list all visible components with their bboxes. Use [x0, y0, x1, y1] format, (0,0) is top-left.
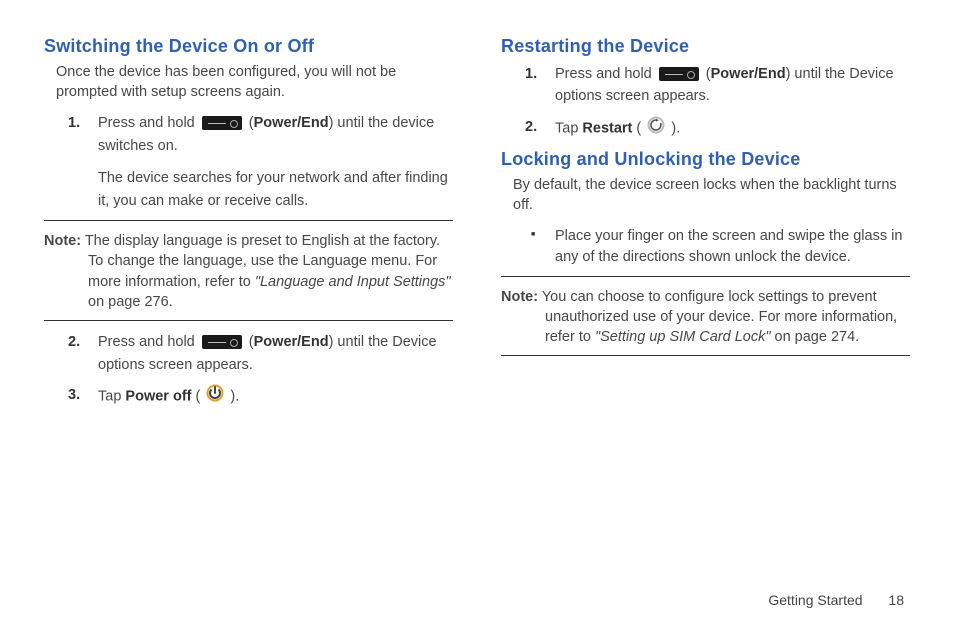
page-body: Switching the Device On or Off Once the … [0, 0, 954, 418]
page-footer: Getting Started 18 [768, 592, 904, 608]
power-off-icon [206, 384, 224, 409]
step-text: Tap [98, 389, 125, 405]
key-label: Power/End [254, 115, 329, 131]
note-block: Note: You can choose to configure lock s… [501, 287, 910, 348]
note-reference: "Language and Input Settings" [255, 274, 451, 290]
note-label: Note: [501, 289, 538, 305]
step-text: Tap [555, 121, 582, 137]
step-text: ( [191, 389, 204, 405]
step-item: Press and hold (Power/End) until the Dev… [68, 331, 453, 376]
steps-list-3: Press and hold (Power/End) until the Dev… [525, 63, 910, 141]
step-text: Press and hold [98, 334, 199, 350]
step-text: ). [230, 389, 239, 405]
key-label: Restart [582, 121, 632, 137]
step-text: Press and hold [98, 115, 199, 131]
divider [44, 220, 453, 221]
step-text: ( [632, 121, 645, 137]
heading-restarting: Restarting the Device [501, 36, 910, 57]
step-text: Press and hold [555, 66, 656, 82]
divider [44, 320, 453, 321]
power-end-key-icon [202, 335, 242, 349]
step-item: Tap Power off ( ). [68, 384, 453, 409]
heading-locking: Locking and Unlocking the Device [501, 149, 910, 170]
bullet-list: Place your finger on the screen and swip… [525, 226, 910, 268]
power-end-key-icon [202, 116, 242, 130]
bullet-item: Place your finger on the screen and swip… [525, 226, 910, 268]
step-subtext: The device searches for your network and… [98, 167, 453, 212]
steps-list-2: Press and hold (Power/End) until the Dev… [68, 331, 453, 409]
restart-icon [647, 116, 665, 141]
right-column: Restarting the Device Press and hold (Po… [501, 36, 910, 418]
left-column: Switching the Device On or Off Once the … [44, 36, 453, 418]
step-text: ). [671, 121, 680, 137]
divider [501, 276, 910, 277]
step-item: Press and hold (Power/End) until the dev… [68, 112, 453, 212]
heading-switching: Switching the Device On or Off [44, 36, 453, 57]
divider [501, 355, 910, 356]
footer-section: Getting Started [768, 592, 862, 608]
steps-list-1: Press and hold (Power/End) until the dev… [68, 112, 453, 212]
key-label: Power/End [254, 334, 329, 350]
note-reference: "Setting up SIM Card Lock" [595, 329, 771, 345]
power-end-key-icon [659, 67, 699, 81]
step-item: Tap Restart ( ). [525, 116, 910, 141]
note-body: on page 276. [88, 294, 173, 310]
step-item: Press and hold (Power/End) until the Dev… [525, 63, 910, 108]
key-label: Power/End [711, 66, 786, 82]
note-body: on page 274. [770, 329, 859, 345]
key-label: Power off [125, 389, 191, 405]
intro-text: Once the device has been configured, you… [56, 63, 453, 102]
note-block: Note: The display language is preset to … [44, 231, 453, 312]
note-label: Note: [44, 233, 81, 249]
intro-text: By default, the device screen locks when… [513, 176, 910, 215]
footer-page-number: 18 [888, 592, 904, 608]
